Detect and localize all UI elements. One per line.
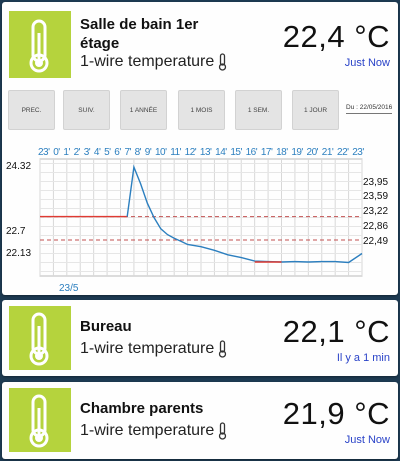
room-name: Chambre parents [80, 400, 204, 417]
last-update: Il y a 1 min [336, 352, 390, 364]
temperature-value: 21,9 °C [282, 396, 390, 431]
temperature-chart [39, 158, 363, 277]
day-label: 23/5 [59, 283, 79, 294]
last-update: Just Now [344, 434, 390, 446]
sensor-card-salle-de-bain[interactable]: Salle de bain 1er étage 1-wire temperatu… [2, 2, 398, 295]
y-right-label: 23,59 [363, 191, 389, 202]
sensor-label: 1-wire temperature [80, 340, 215, 357]
thermometer-small-icon [219, 422, 227, 440]
y-left-label: 22.13 [6, 248, 32, 259]
thermometer-icon [29, 312, 49, 366]
y-left-label: 24.32 [6, 161, 32, 172]
y-right-label: 23,22 [363, 206, 389, 217]
sensor-type: 1-wire temperature [80, 340, 227, 358]
y-right-label: 23,95 [363, 177, 389, 188]
thermometer-tile [9, 306, 71, 370]
thermometer-tile [9, 388, 71, 452]
sensor-label: 1-wire temperature [80, 422, 215, 439]
y-right-label: 22,86 [363, 221, 389, 232]
room-name: Bureau [80, 318, 132, 335]
temperature-value: 22,1 °C [282, 314, 390, 349]
thermometer-icon [29, 394, 49, 448]
sensor-type: 1-wire temperature [80, 422, 227, 440]
sensor-card-chambre-parents[interactable]: Chambre parents 1-wire temperature 21,9 … [2, 382, 398, 459]
thermometer-small-icon [219, 340, 227, 358]
sensor-card-bureau[interactable]: Bureau 1-wire temperature 22,1 °C Il y a… [2, 300, 398, 376]
y-left-label: 22.7 [6, 226, 26, 237]
y-right-label: 22,49 [363, 236, 389, 247]
